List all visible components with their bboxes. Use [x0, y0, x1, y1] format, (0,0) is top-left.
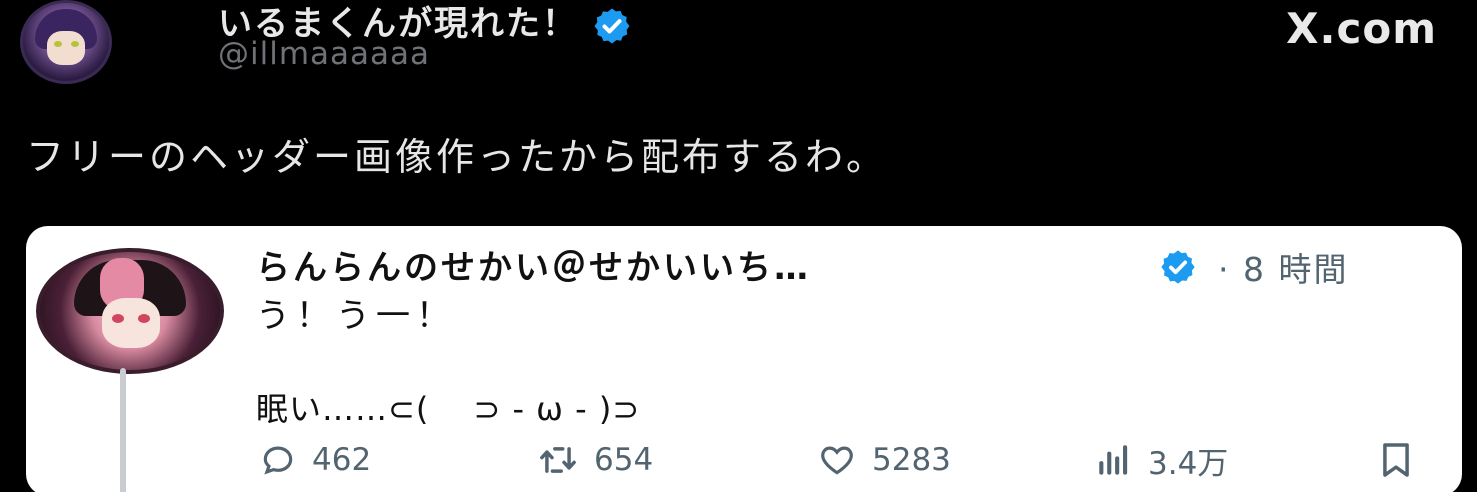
bookmark-icon: [1383, 443, 1409, 477]
screenshot: いるまくんが現れた！ @illmaaaaaa X.com フリーのヘッダー画像作…: [0, 0, 1477, 492]
views-count: 3.4万: [1148, 445, 1229, 482]
reply-count: 462: [312, 442, 372, 478]
author-handle[interactable]: @illmaaaaaa: [218, 36, 430, 72]
quoted-post-card[interactable]: らんらんのせかい＠せかいいち… · 8 時間 う！う一！ 眠い……⊂( ⊃ - …: [26, 226, 1462, 492]
quoted-author-name[interactable]: らんらんのせかい＠せかいいち…: [256, 240, 811, 289]
verified-badge-icon: [1161, 250, 1195, 284]
reply-button[interactable]: 462: [258, 440, 371, 480]
quoted-post-text-line1: う！う一！: [256, 296, 456, 336]
author-avatar[interactable]: [20, 0, 112, 84]
repost-button[interactable]: 654: [536, 440, 653, 480]
views-button[interactable]: 3.4万: [1094, 440, 1229, 482]
action-bar: 462 654 5283 3.4万: [26, 440, 1462, 482]
like-icon: [821, 446, 853, 475]
views-icon: [1099, 445, 1128, 475]
reply-icon: [263, 446, 293, 475]
repost-count: 654: [594, 442, 654, 478]
like-count: 5283: [872, 442, 951, 478]
quoted-author-avatar[interactable]: [36, 248, 224, 374]
repost-icon: [540, 447, 576, 473]
bookmark-button[interactable]: [1378, 440, 1428, 480]
like-button[interactable]: 5283: [816, 440, 951, 480]
brand-logo: X.com: [1286, 4, 1437, 53]
verified-badge-icon: [594, 8, 630, 43]
post-text: フリーのヘッダー画像作ったから配布するわ。: [26, 135, 888, 179]
post-timestamp[interactable]: · 8 時間: [1218, 243, 1348, 291]
quoted-post-text-line2: 眠い……⊂( ⊃ - ω - )⊃: [256, 390, 641, 428]
